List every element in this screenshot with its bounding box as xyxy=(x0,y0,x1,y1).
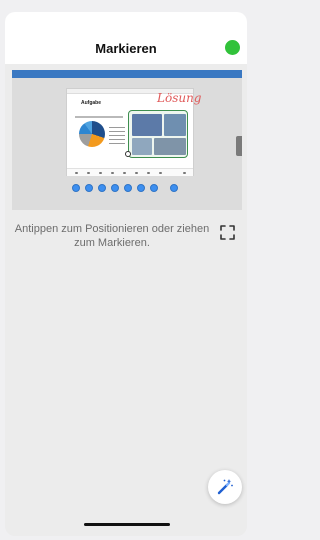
slide-subtitle-line xyxy=(75,116,123,118)
legend-line xyxy=(109,135,125,136)
toolbar-tool xyxy=(135,172,138,174)
page-title: Markieren xyxy=(95,41,157,56)
slide-toolbar xyxy=(67,168,193,176)
toolbar-tool xyxy=(123,172,126,174)
toolbar-tool xyxy=(87,172,90,174)
photo-thumbnail xyxy=(154,138,186,155)
preview-top-bar xyxy=(12,70,242,78)
page-circle xyxy=(111,184,119,192)
slide-title: Aufgabe xyxy=(81,100,101,106)
instruction-text: Antippen zum Positionieren oder ziehen z… xyxy=(14,223,210,249)
page-circle xyxy=(98,184,106,192)
pie-chart-thumbnail xyxy=(79,121,105,147)
photo-thumbnail xyxy=(132,114,162,136)
selection-handle[interactable] xyxy=(125,151,131,157)
toolbar-tool xyxy=(147,172,150,174)
status-indicator[interactable] xyxy=(225,40,240,55)
toolbar-tool xyxy=(99,172,102,174)
page-circle xyxy=(150,184,158,192)
expand-corners-icon[interactable] xyxy=(220,225,235,240)
page-circle xyxy=(124,184,132,192)
preview-slide: Aufgabe Lösung xyxy=(66,88,202,176)
toolbar-tool xyxy=(111,172,114,174)
highlight-frame xyxy=(128,110,188,158)
photo-thumbnail xyxy=(132,138,152,155)
handwritten-annotation: Lösung xyxy=(157,91,202,105)
photo-thumbnail xyxy=(164,114,186,136)
side-panel-tab xyxy=(236,136,242,156)
magic-wand-icon xyxy=(216,478,234,496)
legend-line xyxy=(109,143,125,144)
page-circle xyxy=(72,184,80,192)
toolbar-tool xyxy=(183,172,186,174)
screen-preview[interactable]: Aufgabe Lösung xyxy=(12,70,242,210)
home-indicator xyxy=(84,523,170,526)
header: Markieren xyxy=(5,12,247,64)
page-indicator-row xyxy=(70,184,190,194)
page-circle xyxy=(85,184,93,192)
legend-line xyxy=(109,139,125,140)
page-circle xyxy=(137,184,145,192)
toolbar-tool xyxy=(159,172,162,174)
magic-wand-button[interactable] xyxy=(208,470,242,504)
toolbar-tool xyxy=(75,172,78,174)
legend-line xyxy=(109,127,125,128)
marking-sheet: Markieren Aufgabe Lösung Antippen zum Po… xyxy=(5,12,247,536)
page-circle xyxy=(170,184,178,192)
legend-line xyxy=(109,131,125,132)
